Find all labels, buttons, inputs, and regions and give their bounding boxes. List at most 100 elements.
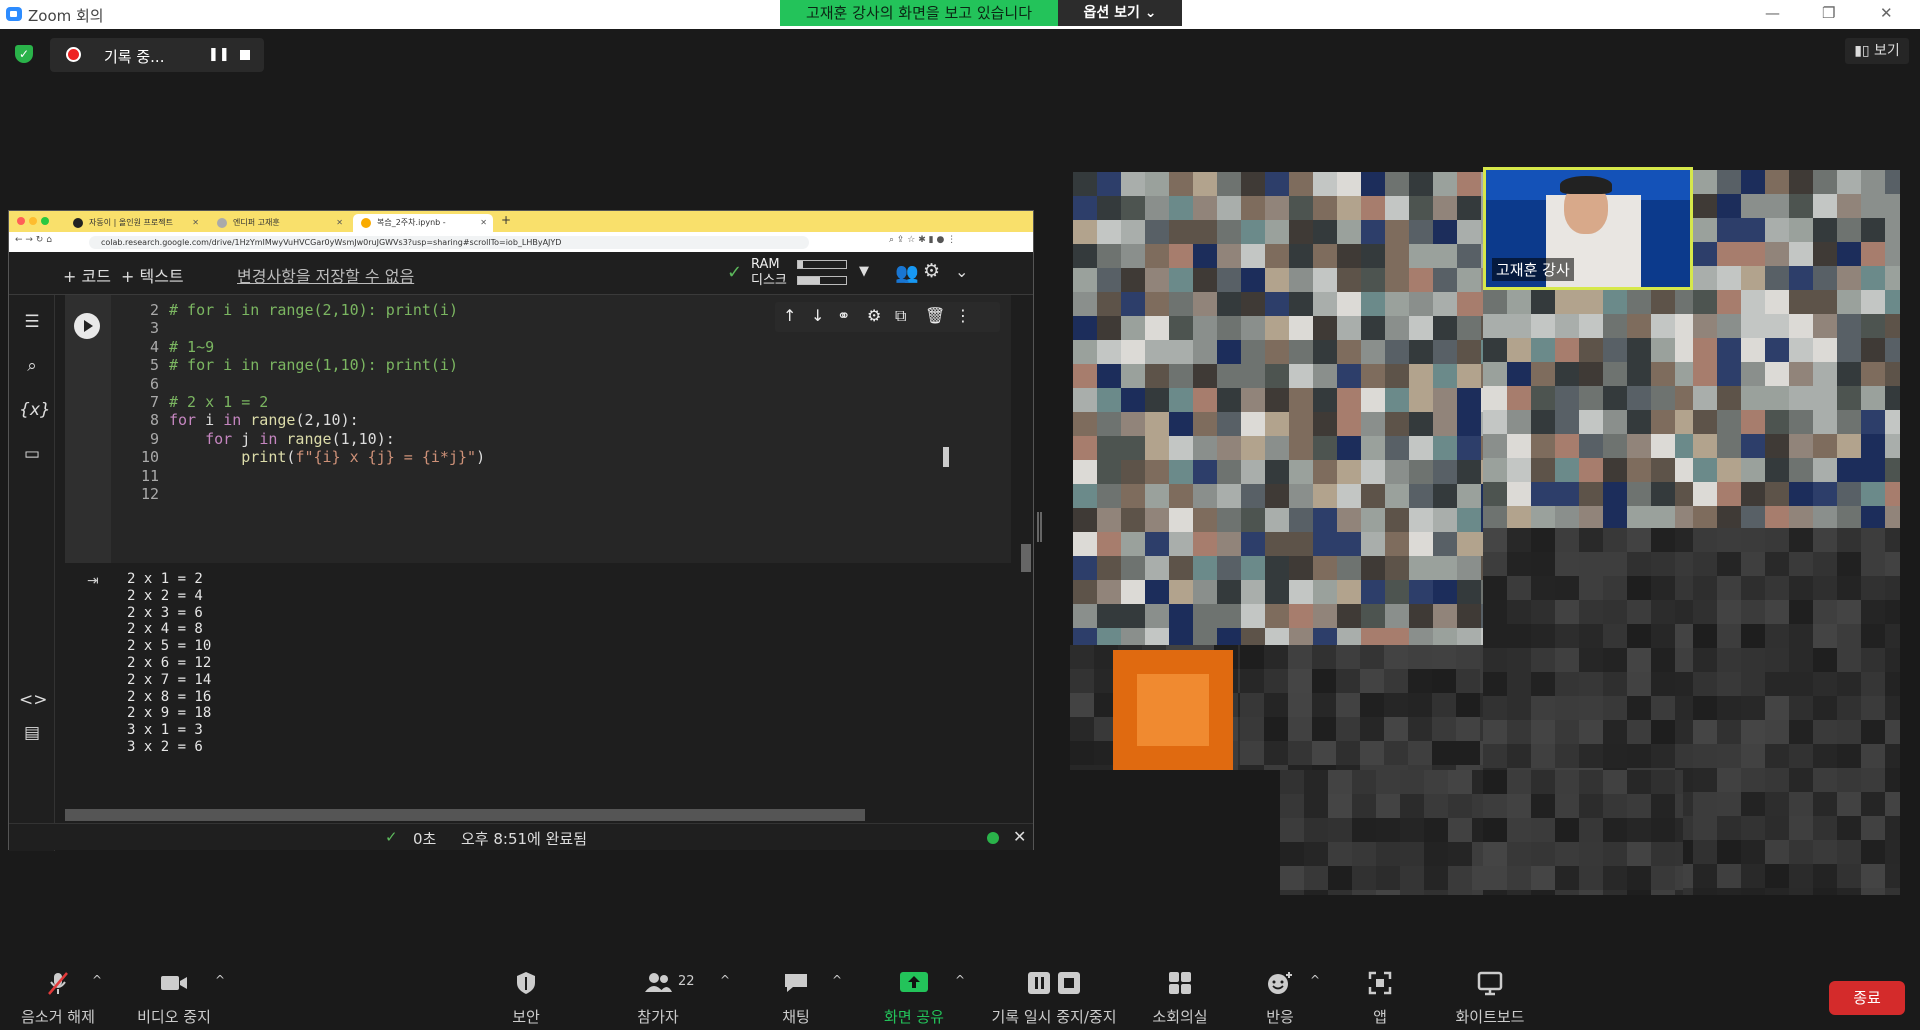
participant-video-tile[interactable]	[1693, 170, 1900, 528]
vertical-scrollbar[interactable]	[1021, 544, 1031, 572]
encryption-shield-icon[interactable]: ✓	[15, 45, 33, 63]
command-palette-icon[interactable]: ▤	[19, 720, 45, 746]
participant-video-tile[interactable]	[1280, 770, 1483, 895]
horizontal-scrollbar[interactable]	[65, 809, 865, 821]
stop-recording-button[interactable]	[240, 50, 250, 60]
cell-settings-icon[interactable]: ⚙	[867, 306, 881, 325]
video-pixel-block	[1531, 290, 1555, 314]
runtime-dropdown-icon[interactable]: ▼	[859, 264, 869, 279]
code-snippets-icon[interactable]: <>	[19, 687, 48, 713]
video-pixel-block	[1312, 693, 1336, 717]
split-resize-handle[interactable]	[1037, 512, 1042, 542]
restore-icon[interactable]: ❐	[1822, 4, 1835, 22]
more-vert-icon[interactable]: ⋮	[955, 306, 971, 325]
video-pixel-block	[1313, 292, 1337, 316]
participant-video-tile[interactable]	[1073, 172, 1483, 646]
featured-video-tile[interactable]: 고재훈 강사	[1483, 167, 1693, 290]
tab-close-icon[interactable]: ✕	[480, 214, 487, 232]
move-down-icon[interactable]: ↓	[811, 306, 824, 325]
mirror-cell-icon[interactable]: ⧉	[895, 306, 906, 326]
video-pixel-block	[1385, 172, 1409, 196]
participant-video-tile[interactable]	[1693, 528, 1900, 768]
browser-tab[interactable]: 엔디퍼 고재훈 ✕	[209, 214, 349, 232]
video-pixel-block	[1693, 720, 1717, 744]
link-icon[interactable]: ⚭	[837, 306, 850, 325]
participant-video-tile[interactable]	[1483, 528, 1693, 768]
nav-buttons-icon[interactable]: ← → ↻ ⌂	[15, 235, 52, 245]
move-up-icon[interactable]: ↑	[783, 306, 796, 325]
code-cell[interactable]: ↑ ↓ ⚭ ⚙ ⧉ 🗑 ⋮ 2 # for i in range(2,10): p…	[65, 295, 1011, 563]
unsaved-notice-link[interactable]: 변경사항을 저장할 수 없음	[237, 263, 414, 287]
files-folder-icon[interactable]: ▭	[19, 441, 45, 467]
participant-video-tile[interactable]	[1240, 645, 1483, 770]
share-screen-button[interactable]: 화면 공유	[872, 945, 956, 1030]
run-cell-button[interactable]	[74, 313, 100, 339]
video-caret-icon[interactable]: ^	[215, 973, 225, 987]
participants-caret-icon[interactable]: ^	[720, 973, 730, 987]
view-button[interactable]: ▮▯ 보기	[1845, 38, 1909, 64]
mute-button[interactable]: 음소거 해제	[10, 945, 106, 1030]
tab-close-icon[interactable]: ✕	[336, 214, 343, 232]
close-icon[interactable]: ✕	[1880, 4, 1893, 22]
search-icon[interactable]: ⌕	[19, 353, 45, 379]
mute-caret-icon[interactable]: ^	[92, 973, 102, 987]
code-line[interactable]: 5 # for i in range(1,10): print(i)	[123, 354, 458, 376]
video-pixel-block	[1400, 794, 1424, 818]
participant-video-tile[interactable]	[1693, 768, 1900, 895]
video-pixel-block	[1507, 770, 1531, 794]
code-line[interactable]: 10 print(f"{i} x {j} = {i*j}")	[123, 446, 485, 468]
close-status-icon[interactable]: ✕	[1013, 827, 1026, 846]
add-text-button[interactable]: + 텍스트	[121, 263, 184, 287]
participant-video-tile[interactable]	[1483, 770, 1683, 895]
maximize-window-icon[interactable]	[41, 217, 49, 225]
video-pixel-block	[1361, 292, 1385, 316]
video-button[interactable]: 비디오 중지	[128, 945, 220, 1030]
participant-avatar-tile[interactable]	[1113, 650, 1233, 770]
video-pixel-block	[1193, 628, 1217, 646]
reactions-button[interactable]: 반응	[1250, 945, 1310, 1030]
pause-recording-button[interactable]: ❚❚	[208, 47, 230, 62]
tab-close-icon[interactable]: ✕	[192, 214, 199, 232]
participant-video-tile[interactable]	[1483, 290, 1693, 528]
minimize-window-icon[interactable]	[29, 217, 37, 225]
new-tab-icon[interactable]: +	[501, 213, 511, 227]
record-controls-button[interactable]: 기록 일시 중지/중지	[982, 945, 1126, 1030]
apps-button[interactable]: 앱	[1350, 945, 1410, 1030]
chat-caret-icon[interactable]: ^	[832, 973, 842, 987]
browser-actions-icon[interactable]: ⌕ ⇪ ☆ ✱ ▮ ● ⋮	[889, 235, 956, 245]
add-code-button[interactable]: + 코드	[63, 263, 111, 287]
delete-icon[interactable]: 🗑	[925, 306, 945, 325]
whiteboard-button[interactable]: 화이트보드	[1448, 945, 1532, 1030]
browser-tab-active[interactable]: 복습_2주차.ipynb - Colaboratory✕	[353, 214, 493, 245]
video-pixel-block	[1531, 672, 1555, 696]
video-pixel-block	[1288, 645, 1312, 669]
address-bar[interactable]: colab.research.google.com/drive/1HzYmIMw…	[89, 236, 809, 249]
minimize-icon[interactable]: —	[1765, 4, 1780, 22]
variables-icon[interactable]: {x}	[19, 397, 51, 423]
video-pixel-block	[1448, 794, 1472, 818]
settings-gear-icon[interactable]: ⚙	[923, 260, 940, 282]
share-caret-icon[interactable]: ^	[955, 973, 965, 987]
share-people-icon[interactable]: 👥	[895, 261, 919, 284]
end-meeting-button[interactable]: 종료	[1829, 981, 1905, 1015]
video-pixel-block	[1483, 314, 1507, 338]
video-pixel-block	[1288, 669, 1312, 693]
browser-tab[interactable]: 자동이 | 올인원 프로젝트 ✕	[65, 214, 205, 232]
video-pixel-block	[1861, 290, 1885, 314]
video-pixel-block	[1651, 338, 1675, 362]
chat-button[interactable]: 채팅	[766, 945, 826, 1030]
code-line[interactable]: 2 # for i in range(2,10): print(i)	[123, 299, 458, 321]
resource-monitor[interactable]: RAM 디스크	[751, 257, 847, 289]
breakout-rooms-button[interactable]: 소회의실	[1142, 945, 1218, 1030]
close-window-icon[interactable]	[17, 217, 25, 225]
reactions-caret-icon[interactable]: ^	[1310, 973, 1320, 987]
collapse-chevron-icon[interactable]: ⌄	[955, 262, 968, 281]
toc-list-icon[interactable]: ☰	[19, 309, 45, 335]
video-pixel-block	[1360, 645, 1384, 669]
code-line[interactable]: 12	[123, 483, 169, 505]
video-pixel-block	[1169, 244, 1193, 268]
clear-output-icon[interactable]: ⇥	[87, 573, 99, 589]
view-options-button[interactable]: 옵션 보기 ⌄	[1058, 0, 1182, 26]
security-button[interactable]: 보안	[496, 945, 556, 1030]
video-pixel-block	[1531, 434, 1555, 458]
